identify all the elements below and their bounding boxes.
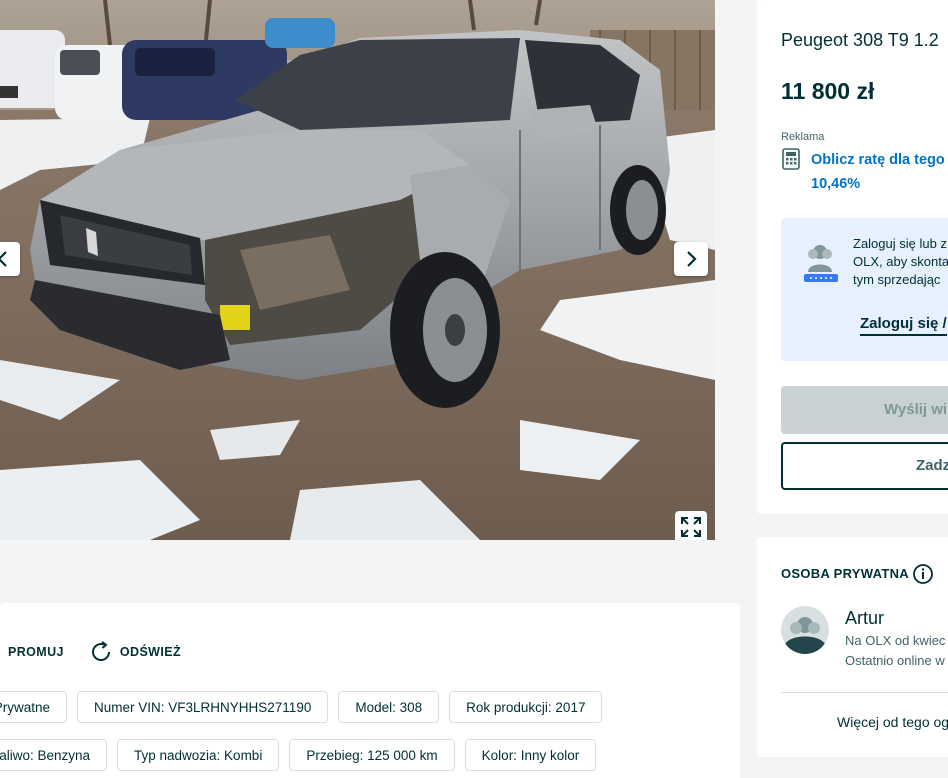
- info-icon[interactable]: [912, 563, 934, 585]
- chevron-left-icon: [0, 251, 7, 267]
- loan-calculator-link[interactable]: Oblicz ratę dla tego 10,46%: [781, 148, 945, 196]
- param-chip: Kolor: Inny kolor: [464, 739, 597, 771]
- calculator-icon: [781, 148, 801, 196]
- call-button[interactable]: Zadz: [781, 442, 948, 490]
- send-message-button[interactable]: Wyślij wi: [781, 386, 948, 434]
- param-chip: Numer VIN: VF3LRHNYHHS271190: [77, 691, 329, 723]
- seller-name: Artur: [845, 608, 885, 628]
- seller-member-since: Na OLX od kwiec: [845, 633, 946, 648]
- loan-text-line1: Oblicz ratę dla tego: [811, 152, 945, 168]
- gallery-prev-button[interactable]: [0, 242, 20, 276]
- gallery-fullscreen-button[interactable]: [675, 511, 707, 540]
- seller-last-online: Ostatnio online w: [845, 653, 945, 668]
- param-chip: Prywatne: [0, 691, 67, 723]
- car-photo: [0, 0, 715, 540]
- image-gallery[interactable]: [0, 0, 715, 540]
- seller-card: OSOBA PRYWATNA Artur Na OLX od kwiec Ost…: [757, 537, 948, 757]
- refresh-icon: [90, 641, 112, 663]
- avatar: [781, 606, 829, 654]
- parameters-list: Prywatne Numer VIN: VF3LRHNYHHS271190 Mo…: [0, 691, 750, 778]
- seller-type: OSOBA PRYWATNA: [781, 566, 909, 581]
- param-chip: Typ nadwozia: Kombi: [117, 739, 280, 771]
- parameters-row: Prywatne Numer VIN: VF3LRHNYHHS271190 Mo…: [0, 691, 750, 723]
- listing-actions: PROMUJ ODŚWIEŻ: [8, 641, 181, 663]
- param-chip: Przebieg: 125 000 km: [289, 739, 455, 771]
- listing-price: 11 800 zł: [781, 78, 875, 104]
- more-from-seller-link[interactable]: Więcej od tego og: [837, 714, 948, 730]
- param-chip: Model: 308: [338, 691, 440, 723]
- ad-label: Reklama: [781, 131, 825, 143]
- parameters-row: Paliwo: Benzyna Typ nadwozia: Kombi Prze…: [0, 739, 750, 771]
- login-prompt-text: Zaloguj się lub z OLX, aby skonta tym sp…: [853, 236, 948, 287]
- chevron-right-icon: [687, 251, 697, 267]
- listing-title: Peugeot 308 T9 1.2: [781, 30, 939, 50]
- param-chip: Rok produkcji: 2017: [449, 691, 603, 723]
- listing-summary-card: Peugeot 308 T9 1.2 11 800 zł Reklama Obl…: [757, 0, 948, 514]
- divider: [781, 692, 948, 693]
- login-prompt-box: Zaloguj się lub z OLX, aby skonta tym sp…: [781, 218, 948, 361]
- user-lock-icon: [804, 245, 838, 282]
- promote-button[interactable]: PROMUJ: [8, 645, 64, 659]
- loan-text-line2: 10,46%: [811, 176, 861, 192]
- gallery-next-button[interactable]: [674, 242, 708, 276]
- refresh-button[interactable]: ODŚWIEŻ: [90, 641, 181, 663]
- fullscreen-expand-icon: [681, 517, 701, 537]
- login-link[interactable]: Zaloguj się /: [860, 315, 947, 336]
- param-chip: Paliwo: Benzyna: [0, 739, 107, 771]
